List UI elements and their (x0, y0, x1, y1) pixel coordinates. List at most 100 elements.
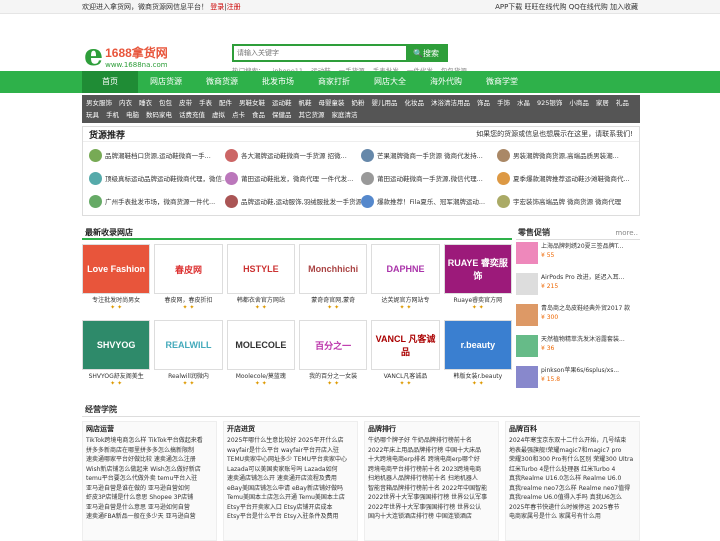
source-item[interactable]: 夏季爆款潮牌推荐运动鞋沙滩鞋微商代... (497, 168, 633, 188)
site-logo[interactable]: e 1688拿货网 www.1688na.com (84, 41, 184, 71)
promo-name[interactable]: 青岛商之岛皮鞋经典外贸2017 款 (541, 304, 630, 313)
source-item[interactable]: 品牌运动鞋,运动服饰,羽绒服批发一手货源... (225, 191, 361, 211)
category-link[interactable]: 玩具 (86, 111, 99, 119)
source-item[interactable]: 芒果潮牌微商一手货源 微商代发持... (361, 145, 497, 165)
article-link[interactable]: 2022年世界十大军事强国排行榜 世界公认 (368, 503, 495, 513)
category-link[interactable]: 睡衣 (139, 99, 152, 107)
category-link[interactable]: 925银饰 (537, 99, 562, 107)
article-link[interactable]: 亚马逊自营是谁在做的 亚马逊自营如何 (86, 484, 213, 494)
article-link[interactable]: 荣耀300和300 Pro有什么区别 荣耀300 Ultra (509, 455, 636, 465)
article-link[interactable]: 拼多多新商店在哪里拼多多怎么搞新限制 (86, 446, 213, 456)
promo-name[interactable]: pinkson苹果6s/6splus/xs... (541, 366, 619, 375)
shop-name[interactable]: 韩都衣舍官方网站 (227, 295, 295, 304)
article-link[interactable]: 2024年寒宝京东双十二什么开始，几号结束 (509, 436, 636, 446)
article-link[interactable]: 2025年哪什么生意比较好 2025年开什么店 (227, 436, 354, 446)
article-link[interactable]: 2022世界十大军事强国排行榜 世界公认军事 (368, 493, 495, 503)
article-link[interactable]: eBay美国店铺怎么申请 eBay新店铺好做吗 (227, 484, 354, 494)
shop-name[interactable]: VANCL凡客诚品 (371, 371, 439, 380)
shop-card[interactable]: REALWILL Realwill润微内 ✦ ✦ (154, 320, 223, 396)
category-link[interactable]: 保健品 (272, 111, 292, 119)
shop-name[interactable]: 韩版女装r.beauty (444, 371, 512, 380)
source-item[interactable]: 广州手表批发市场，微商货源一件代... (89, 191, 225, 211)
promo-item[interactable]: 青岛商之岛皮鞋经典外贸2017 款 ¥ 300 (516, 304, 640, 333)
top-bar-right[interactable]: APP下载 旺旺在线代购 QQ在线代购 加入收藏 (495, 2, 638, 12)
source-item[interactable]: 莆田运动鞋批发，微商代理 一件代发... (225, 168, 361, 188)
article-link[interactable]: 地表最强旗舰!荣耀magic7和magic7 pro (509, 446, 636, 456)
category-link[interactable]: 奶粉 (352, 99, 365, 107)
shop-card[interactable]: SHVYOG SHVYOG舒友阁美生 ✦ ✦ (82, 320, 151, 396)
shop-name[interactable]: 蒙奇奇官网,蒙奇 (299, 295, 367, 304)
source-item[interactable]: 顶级真标运动品牌运动鞋微商代理，微信... (89, 168, 225, 188)
nav-item[interactable]: 首页 (82, 71, 138, 93)
shop-card[interactable]: VANCL 凡客诚品 VANCL凡客诚品 ✦ ✦ (371, 320, 440, 396)
shop-card[interactable]: MOLECOLE Moolecole/莫蓝瑰 ✦ ✦ (226, 320, 295, 396)
promo-name[interactable]: AirPods Pro 改进，延迟入耳... (541, 273, 624, 282)
article-link[interactable]: Lazada可以美国卖家账号吗 Lazada如何 (227, 465, 354, 475)
shop-name[interactable]: Realwill润微内 (154, 371, 222, 380)
shop-card[interactable]: 百分之一 我的百分之一女装 ✦ ✦ (299, 320, 368, 396)
source-item[interactable]: 爆款推荐！Fila夏乐、冠军潮牌运动... (361, 191, 497, 211)
article-link[interactable]: Etsy平台开卖家入口 Etsy店铺开店成本 (227, 503, 354, 513)
promo-item[interactable]: 上海品牌刺绣20夏三签品牌T... ¥ 55 (516, 242, 640, 271)
column-title[interactable]: 品牌百科 (509, 424, 636, 434)
article-link[interactable]: 2025年春节快递什么时候停运 2025春节 (509, 503, 636, 513)
category-link[interactable]: 食品 (252, 111, 265, 119)
shop-name[interactable]: SHVYOG舒友阁美生 (82, 371, 150, 380)
article-link[interactable]: 国内十大连锁酒店排行榜 中国连锁酒店 (368, 512, 495, 522)
shop-card[interactable]: 春皮网 春皮网，春皮折扣 ✦ ✦ (154, 244, 223, 320)
article-link[interactable]: 亚马逊自营是什么意思 亚马逊如何自营 (86, 503, 213, 513)
article-link[interactable]: 速卖通FBA新品一般在多少天 亚马逊自营 (86, 512, 213, 522)
shop-card[interactable]: DAPHNE 达芙妮官方网站专 ✦ ✦ (371, 244, 440, 320)
login-link[interactable]: 登录 (210, 3, 224, 11)
source-item[interactable]: 莆田运动鞋微商一手货源,微信代理... (361, 168, 497, 188)
shop-name[interactable]: 专注批发时尚男女 (82, 295, 150, 304)
article-link[interactable]: 跨境电商平台排行榜前十名 2023跨境电商 (368, 465, 495, 475)
promo-more-link[interactable]: more.. (615, 229, 638, 237)
article-link[interactable]: 真我Realme U16.0怎么样 Realme U6.0 (509, 474, 636, 484)
category-link[interactable]: 手饰 (497, 99, 510, 107)
article-link[interactable]: 速卖通店铺怎么开 速卖通开店流程及费用 (227, 474, 354, 484)
column-title[interactable]: 网店运营 (86, 424, 213, 434)
shop-name[interactable]: Moolecole/莫蓝瑰 (227, 371, 295, 380)
article-link[interactable]: 智能音箱品牌排行榜前十名 2022年中国智能 (368, 484, 495, 494)
category-link[interactable]: 家庭清洁 (332, 111, 358, 119)
promo-item[interactable]: 天然植物精萃洗发沐浴露套装... ¥ 36 (516, 335, 640, 364)
column-title[interactable]: 品牌排行 (368, 424, 495, 434)
category-link[interactable]: 水晶 (517, 99, 530, 107)
category-link[interactable]: 手表 (199, 99, 212, 107)
category-link[interactable]: 男鞋女鞋 (239, 99, 265, 107)
shop-card[interactable]: Monchhichi 蒙奇奇官网,蒙奇 ✦ ✦ (299, 244, 368, 320)
shop-card[interactable]: RUAYE 睿奕服饰 Ruaye睿奕官方网 ✦ ✦ (443, 244, 512, 320)
shop-name[interactable]: 达芙妮官方网站专 (371, 295, 439, 304)
nav-item[interactable]: 微商学堂 (474, 71, 530, 93)
category-link[interactable]: 饰品 (477, 99, 490, 107)
article-link[interactable]: 2022年床上用品品牌排行榜 中国十大床品 (368, 446, 495, 456)
article-link[interactable]: Temu美国本土店怎么开通 Temu美国本土店 (227, 493, 354, 503)
article-link[interactable]: Etsy平台是什么平台 Etsy入驻条件及费用 (227, 512, 354, 522)
category-link[interactable]: 化妆品 (405, 99, 425, 107)
promo-item[interactable]: AirPods Pro 改进，延迟入耳... ¥ 215 (516, 273, 640, 302)
shop-card[interactable]: Love Fashion 专注批发时尚男女 ✦ ✦ (82, 244, 151, 320)
promo-name[interactable]: 上海品牌刺绣20夏三签品牌T... (541, 242, 623, 251)
category-link[interactable]: 配件 (219, 99, 232, 107)
article-link[interactable]: Wish新店铺怎么做起来 Wish怎么做好新店 (86, 465, 213, 475)
nav-item[interactable]: 微商货源 (194, 71, 250, 93)
category-link[interactable]: 礼品 (616, 99, 629, 107)
article-link[interactable]: 电商家属号是什么 家属号有什么用 (509, 512, 636, 522)
source-item[interactable]: 品牌潮鞋档口货源,运动鞋微商一手... (89, 145, 225, 165)
category-link[interactable]: 数码家电 (146, 111, 172, 119)
shop-name[interactable]: Ruaye睿奕官方网 (444, 295, 512, 304)
nav-item[interactable]: 商家打折 (306, 71, 362, 93)
category-link[interactable]: 母婴童装 (319, 99, 345, 107)
promo-item[interactable]: pinkson苹果6s/6splus/xs... ¥ 15.8 (516, 366, 640, 395)
article-link[interactable]: wayfair是什么平台 wayfair平台开店入驻 (227, 446, 354, 456)
category-link[interactable]: 虚拟 (212, 111, 225, 119)
nav-item[interactable]: 网店大全 (362, 71, 418, 93)
article-link[interactable]: 真我realme neo7怎么样 Realme neo7值得 (509, 484, 636, 494)
category-link[interactable]: 电脑 (126, 111, 139, 119)
nav-item[interactable]: 网店货源 (138, 71, 194, 93)
article-link[interactable]: 速卖通哪家平台好做比较 速卖通怎么注册 (86, 455, 213, 465)
register-link[interactable]: 注册 (227, 3, 241, 11)
shop-name[interactable]: 春皮网，春皮折扣 (154, 295, 222, 304)
article-link[interactable]: 真我realme U6.0值得入手吗 真我U6怎么 (509, 493, 636, 503)
